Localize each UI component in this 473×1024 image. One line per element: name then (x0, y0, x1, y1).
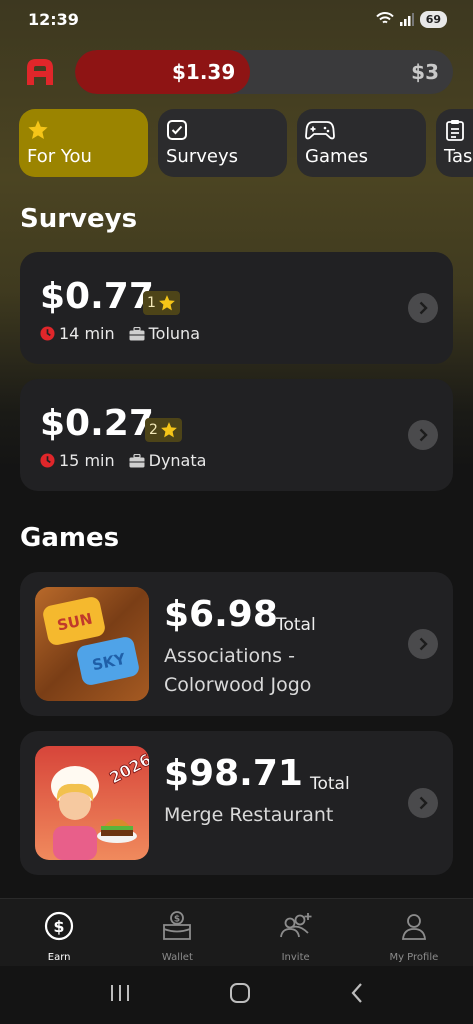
tab-label: For You (27, 146, 92, 167)
recent-apps-icon[interactable] (109, 983, 131, 1007)
status-icons: 69 (375, 10, 447, 28)
status-bar: 12:39 69 (0, 0, 473, 38)
tab-games[interactable]: Games (297, 109, 426, 177)
star-icon (27, 119, 140, 141)
wifi-icon (375, 12, 394, 24)
survey-level-badge: 1 (143, 291, 180, 315)
clock-icon (40, 326, 55, 341)
game-name-line1: Merge Restaurant (164, 804, 334, 826)
tab-label: Surveys (166, 146, 238, 167)
chevron-right-icon (419, 301, 428, 315)
survey-meta: 14 min Toluna (40, 324, 200, 343)
tab-label: Tas (444, 146, 473, 167)
earnings-header: $1.39 $3 (20, 50, 453, 94)
briefcase-icon (129, 453, 145, 468)
open-survey-button[interactable] (408, 293, 438, 323)
survey-duration: 15 min (59, 451, 115, 470)
chevron-right-icon (419, 428, 428, 442)
survey-reward: $0.77 (40, 276, 154, 317)
survey-level-badge: 2 (145, 418, 182, 442)
clipboard-icon (444, 119, 473, 141)
game-reward: $98.71 (164, 753, 303, 794)
game-reward: $6.98 (164, 594, 278, 635)
survey-level: 2 (149, 422, 158, 438)
svg-text:$: $ (54, 917, 65, 936)
game-name-line1: Associations - (164, 645, 295, 667)
briefcase-icon (129, 326, 145, 341)
game-card[interactable]: 2026 $98.71 Total Merge Restaurant (20, 731, 453, 875)
system-navigation-bar (0, 966, 473, 1024)
survey-card[interactable]: $0.27 2 15 min Dynata (20, 379, 453, 491)
nav-wallet[interactable]: $ Wallet (118, 899, 236, 966)
survey-meta: 15 min Dynata (40, 451, 206, 470)
wallet-icon: $ (161, 909, 193, 943)
game-card[interactable]: SUN SKY $6.98 Total Associations - Color… (20, 572, 453, 716)
survey-level: 1 (147, 295, 156, 311)
nav-label: Wallet (161, 952, 193, 963)
chevron-right-icon (419, 637, 428, 651)
battery-indicator: 69 (419, 10, 447, 28)
tab-for-you[interactable]: For You (19, 109, 148, 177)
nav-invite[interactable]: Invite (237, 899, 355, 966)
tab-tasks[interactable]: Tas (436, 109, 473, 177)
nav-label: Invite (281, 952, 310, 963)
open-game-button[interactable] (408, 629, 438, 659)
app-logo-icon[interactable] (20, 52, 60, 92)
open-game-button[interactable] (408, 788, 438, 818)
svg-text:$: $ (174, 915, 180, 925)
progress-goal-amount: $3 (411, 60, 439, 84)
clock-icon (40, 453, 55, 468)
tab-surveys[interactable]: Surveys (158, 109, 287, 177)
category-tabs: For You Surveys Games Tas (19, 109, 473, 177)
game-thumbnail: 2026 (35, 746, 149, 860)
surveys-section-title: Surveys (20, 204, 138, 234)
invite-users-icon (278, 909, 314, 943)
survey-duration: 14 min (59, 324, 115, 343)
back-icon[interactable] (350, 982, 364, 1008)
tab-label: Games (305, 146, 368, 167)
nav-my-profile[interactable]: My Profile (355, 899, 473, 966)
nav-label: Earn (47, 952, 71, 963)
earnings-progress-bar: $1.39 $3 (75, 50, 453, 94)
gamepad-icon (305, 119, 418, 141)
survey-reward: $0.27 (40, 403, 154, 444)
survey-provider: Toluna (148, 324, 200, 343)
checkbox-icon (166, 119, 279, 141)
game-name-line2: Colorwood Jogo (164, 674, 312, 696)
star-icon (161, 422, 177, 438)
survey-card[interactable]: $0.77 1 14 min Toluna (20, 252, 453, 364)
bottom-navigation: $ Earn $ Wallet Invite My Profile (0, 898, 473, 966)
nav-earn[interactable]: $ Earn (0, 899, 118, 966)
profile-icon (399, 909, 429, 943)
progress-current-amount: $1.39 (172, 60, 236, 84)
signal-icon (399, 12, 414, 26)
star-icon (159, 295, 175, 311)
game-thumbnail: SUN SKY (35, 587, 149, 701)
survey-provider: Dynata (148, 451, 207, 470)
games-section-title: Games (20, 523, 120, 553)
chevron-right-icon (419, 796, 428, 810)
dollar-coin-icon: $ (44, 909, 74, 943)
nav-label: My Profile (389, 952, 439, 963)
home-icon[interactable] (229, 982, 251, 1008)
open-survey-button[interactable] (408, 420, 438, 450)
status-time: 12:39 (28, 9, 79, 29)
game-total-label: Total (310, 774, 350, 794)
game-total-label: Total (276, 615, 316, 635)
